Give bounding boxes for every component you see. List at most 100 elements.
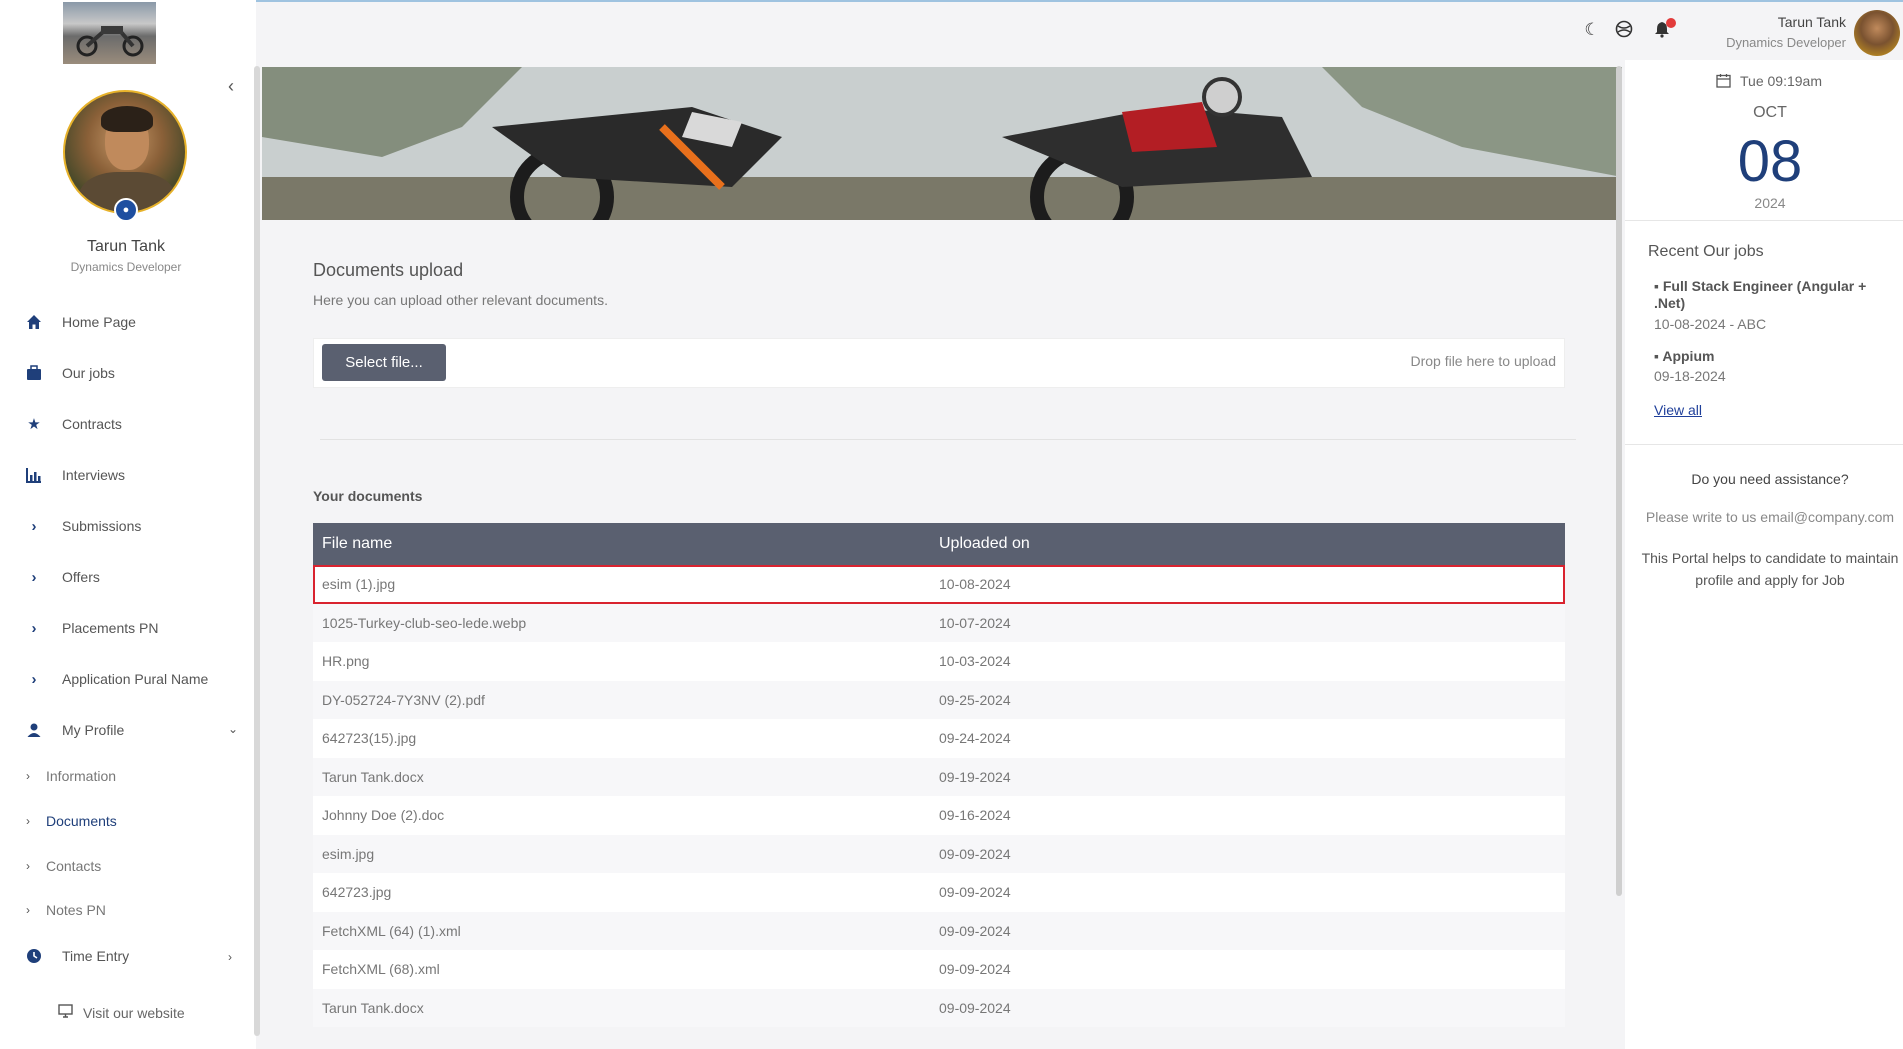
sidebar-subitem-contacts[interactable]: › Contacts: [26, 856, 101, 876]
chevron-right-icon: ›: [31, 568, 37, 586]
recent-jobs-title: Recent Our jobs: [1648, 243, 1764, 260]
table-row[interactable]: 1025-Turkey-club-seo-lede.webp 10-07-2024: [313, 603, 1565, 642]
camera-icon[interactable]: ●: [114, 198, 138, 222]
file-name-cell: DY-052724-7Y3NV (2).pdf: [322, 691, 485, 708]
calendar-year: 2024: [1754, 195, 1786, 211]
chevron-right-icon: ›: [31, 619, 37, 637]
table-row[interactable]: FetchXML (68).xml 09-09-2024: [313, 950, 1565, 989]
file-name-cell: HR.png: [322, 653, 370, 670]
chevron-right-icon: ›: [26, 903, 30, 917]
sidebar-item-contracts[interactable]: ★ Contracts: [24, 412, 122, 436]
sidebar-subitem-documents[interactable]: › Documents: [26, 811, 117, 831]
recent-job-item[interactable]: ▪ Full Stack Engineer (Angular + .Net): [1654, 278, 1890, 312]
uploaded-on-cell: 09-09-2024: [939, 961, 1011, 978]
sidebar-item-my-profile[interactable]: My Profile: [24, 718, 124, 742]
file-name-cell: FetchXML (68).xml: [322, 961, 440, 978]
section-divider: [320, 439, 1576, 440]
briefcase-icon: [24, 363, 44, 383]
sidebar-scrollbar[interactable]: [254, 66, 260, 1036]
table-row[interactable]: Johnny Doe (2).doc 09-16-2024: [313, 796, 1565, 835]
sidebar-item-home-page[interactable]: Home Page: [24, 310, 136, 334]
table-header: File name Uploaded on: [313, 523, 1565, 565]
main-scrollbar[interactable]: [1616, 66, 1622, 896]
sidebar-item-offers[interactable]: › Offers: [24, 565, 100, 589]
current-time: Tue 09:19am: [1740, 73, 1822, 89]
sidebar-item-interviews[interactable]: Interviews: [24, 463, 125, 487]
table-row[interactable]: DY-052724-7Y3NV (2).pdf 09-25-2024: [313, 680, 1565, 719]
home-icon: [24, 312, 44, 332]
table-row[interactable]: HR.png 10-03-2024: [313, 642, 1565, 681]
documents-upload-subtitle: Here you can upload other relevant docum…: [313, 292, 608, 308]
chevron-right-icon: ›: [31, 670, 37, 688]
your-documents-title: Your documents: [313, 488, 423, 504]
sidebar-item-label: Contracts: [62, 416, 122, 432]
view-all-link[interactable]: View all: [1654, 402, 1702, 418]
file-name-cell: 1025-Turkey-club-seo-lede.webp: [322, 614, 527, 631]
table-row[interactable]: Tarun Tank.docx 09-19-2024: [313, 757, 1565, 796]
table-row[interactable]: esim.jpg 09-09-2024: [313, 834, 1565, 873]
recent-job-meta: 10-08-2024 - ABC: [1654, 316, 1767, 332]
recent-job-item[interactable]: ▪ Appium: [1654, 348, 1714, 364]
file-name-cell: FetchXML (64) (1).xml: [322, 922, 461, 939]
top-accent-line: [0, 0, 1903, 2]
drop-hint: Drop file here to upload: [1410, 353, 1556, 369]
column-header-uploaded-on[interactable]: Uploaded on: [939, 535, 1030, 553]
table-row[interactable]: 642723.jpg 09-09-2024: [313, 873, 1565, 912]
recent-job-title: Appium: [1662, 348, 1715, 364]
collapse-sidebar-icon[interactable]: ‹: [228, 77, 244, 95]
recent-job-title: Full Stack Engineer (Angular + .Net): [1654, 278, 1867, 311]
uploaded-on-cell: 09-09-2024: [939, 845, 1011, 862]
sidebar-item-placements-pn[interactable]: › Placements PN: [24, 616, 159, 640]
moon-icon[interactable]: ☾: [1582, 20, 1602, 40]
calendar-day: 08: [1737, 129, 1803, 194]
banner-image: [262, 67, 1622, 220]
chevron-right-icon[interactable]: ›: [228, 950, 232, 964]
header-avatar[interactable]: [1854, 10, 1900, 56]
table-row[interactable]: Tarun Tank.docx 09-09-2024: [313, 988, 1565, 1027]
sidebar-user-name: Tarun Tank: [87, 238, 165, 255]
assistance-question: Do you need assistance?: [1691, 471, 1849, 487]
select-file-button[interactable]: Select file...: [322, 344, 446, 381]
sidebar-item-time-entry[interactable]: Time Entry: [24, 944, 129, 968]
chevron-right-icon: ›: [26, 814, 30, 828]
sidebar-user-role: Dynamics Developer: [70, 260, 182, 274]
sidebar-item-label: Placements PN: [62, 620, 159, 636]
visit-website-link[interactable]: Visit our website: [58, 1004, 185, 1021]
language-icon[interactable]: [1614, 20, 1634, 40]
file-name-cell: Johnny Doe (2).doc: [322, 807, 445, 824]
briefcase-icon: ▪: [1654, 348, 1659, 364]
briefcase-icon: ▪: [1654, 278, 1659, 294]
uploaded-on-cell: 09-09-2024: [939, 999, 1011, 1016]
table-row[interactable]: FetchXML (64) (1).xml 09-09-2024: [313, 911, 1565, 950]
file-name-cell: Tarun Tank.docx: [322, 999, 424, 1016]
uploaded-on-cell: 09-25-2024: [939, 691, 1011, 708]
uploaded-on-cell: 09-16-2024: [939, 807, 1011, 824]
header-user-role: Dynamics Developer: [1726, 35, 1846, 50]
sidebar-item-application-pural-name[interactable]: › Application Pural Name: [24, 667, 209, 691]
monitor-icon: [58, 1004, 73, 1021]
company-logo[interactable]: [63, 2, 156, 64]
documents-upload-title: Documents upload: [313, 260, 464, 280]
sidebar-subitem-label: Information: [46, 768, 117, 784]
header-user-name: Tarun Tank: [1777, 14, 1846, 30]
chevron-right-icon: ›: [26, 769, 30, 783]
sidebar-item-label: Offers: [62, 569, 100, 585]
recent-job-meta: 09-18-2024: [1654, 368, 1726, 384]
chevron-down-icon[interactable]: ⌄: [228, 722, 238, 736]
sidebar-item-label: Interviews: [62, 467, 126, 483]
table-row[interactable]: 642723(15).jpg 09-24-2024: [313, 719, 1565, 758]
sidebar-item-our-jobs[interactable]: Our jobs: [24, 361, 115, 385]
documents-table: File name Uploaded on esim (1).jpg 10-08-…: [313, 523, 1565, 1027]
sidebar-item-submissions[interactable]: › Submissions: [24, 514, 142, 538]
uploaded-on-cell: 09-09-2024: [939, 922, 1011, 939]
table-body: esim (1).jpg 10-08-2024 1025-Turkey-club-…: [313, 565, 1565, 1027]
portal-description: This Portal helps to candidate to mainta…: [1641, 550, 1899, 588]
column-header-file-name[interactable]: File name: [313, 535, 939, 553]
sidebar-subitem-notes-pn[interactable]: › Notes PN: [26, 900, 106, 920]
sidebar-subitem-information[interactable]: › Information: [26, 766, 116, 786]
uploaded-on-cell: 09-24-2024: [939, 730, 1011, 747]
visit-website-label: Visit our website: [83, 1004, 185, 1021]
file-name-cell: Tarun Tank.docx: [322, 768, 424, 785]
sidebar-item-label: Our jobs: [62, 365, 115, 381]
table-row[interactable]: esim (1).jpg 10-08-2024: [313, 565, 1565, 604]
